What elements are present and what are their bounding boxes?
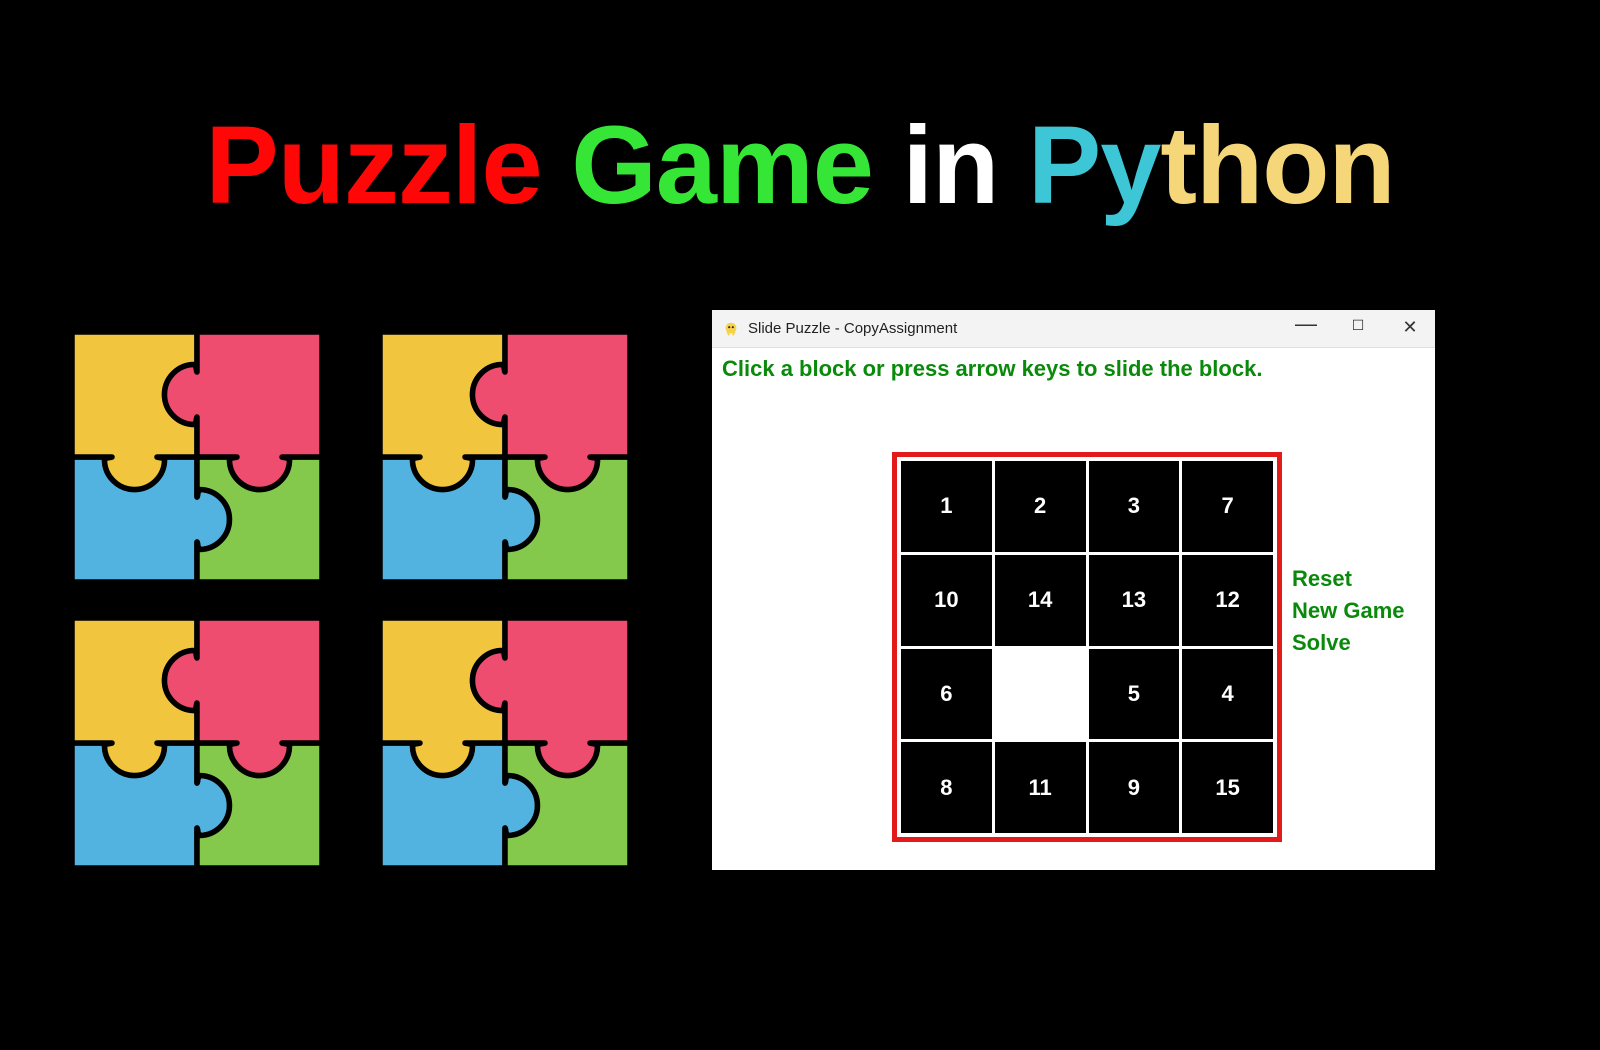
- jigsaw-icon: [380, 332, 630, 582]
- jigsaw-icons-grid: [72, 332, 630, 868]
- window-title: Slide Puzzle - CopyAssignment: [748, 320, 957, 337]
- tile-6[interactable]: 6: [901, 649, 992, 740]
- window-titlebar[interactable]: Slide Puzzle - CopyAssignment — ☐ ✕: [712, 310, 1435, 348]
- tile-12[interactable]: 12: [1182, 555, 1273, 646]
- instruction-text: Click a block or press arrow keys to sli…: [722, 356, 1262, 382]
- jigsaw-icon: [380, 618, 630, 868]
- tile-7[interactable]: 7: [1182, 461, 1273, 552]
- solve-button[interactable]: Solve: [1292, 630, 1405, 656]
- tile-1[interactable]: 1: [901, 461, 992, 552]
- title-word-1: Puzzle: [205, 104, 541, 227]
- window-minimize-button[interactable]: —: [1295, 313, 1317, 335]
- title-word-4a: Py: [1028, 104, 1161, 227]
- window-close-button[interactable]: ✕: [1399, 318, 1421, 340]
- tile-15[interactable]: 15: [1182, 742, 1273, 833]
- tile-10[interactable]: 10: [901, 555, 992, 646]
- title-word-4b: thon: [1160, 104, 1394, 227]
- tile-14[interactable]: 14: [995, 555, 1086, 646]
- slide-board: 123710141312654811915: [901, 461, 1273, 833]
- python-app-icon: [722, 320, 740, 338]
- board-frame: 123710141312654811915: [892, 452, 1282, 842]
- page-title: Puzzle Game in Python: [0, 102, 1600, 229]
- window-maximize-button[interactable]: ☐: [1347, 318, 1369, 340]
- reset-button[interactable]: Reset: [1292, 566, 1405, 592]
- tile-11[interactable]: 11: [995, 742, 1086, 833]
- jigsaw-icon: [72, 332, 322, 582]
- window-client-area: Click a block or press arrow keys to sli…: [712, 348, 1435, 870]
- tile-8[interactable]: 8: [901, 742, 992, 833]
- blank-tile: [995, 649, 1086, 740]
- title-word-3: in: [903, 104, 999, 227]
- tile-4[interactable]: 4: [1182, 649, 1273, 740]
- tile-2[interactable]: 2: [995, 461, 1086, 552]
- tile-13[interactable]: 13: [1089, 555, 1180, 646]
- slide-puzzle-window: Slide Puzzle - CopyAssignment — ☐ ✕ Clic…: [712, 310, 1435, 870]
- new-game-button[interactable]: New Game: [1292, 598, 1405, 624]
- title-word-2: Game: [571, 104, 873, 227]
- tile-5[interactable]: 5: [1089, 649, 1180, 740]
- jigsaw-icon: [72, 618, 322, 868]
- tile-9[interactable]: 9: [1089, 742, 1180, 833]
- side-actions: Reset New Game Solve: [1292, 566, 1405, 656]
- window-controls: — ☐ ✕: [1295, 318, 1427, 340]
- tile-3[interactable]: 3: [1089, 461, 1180, 552]
